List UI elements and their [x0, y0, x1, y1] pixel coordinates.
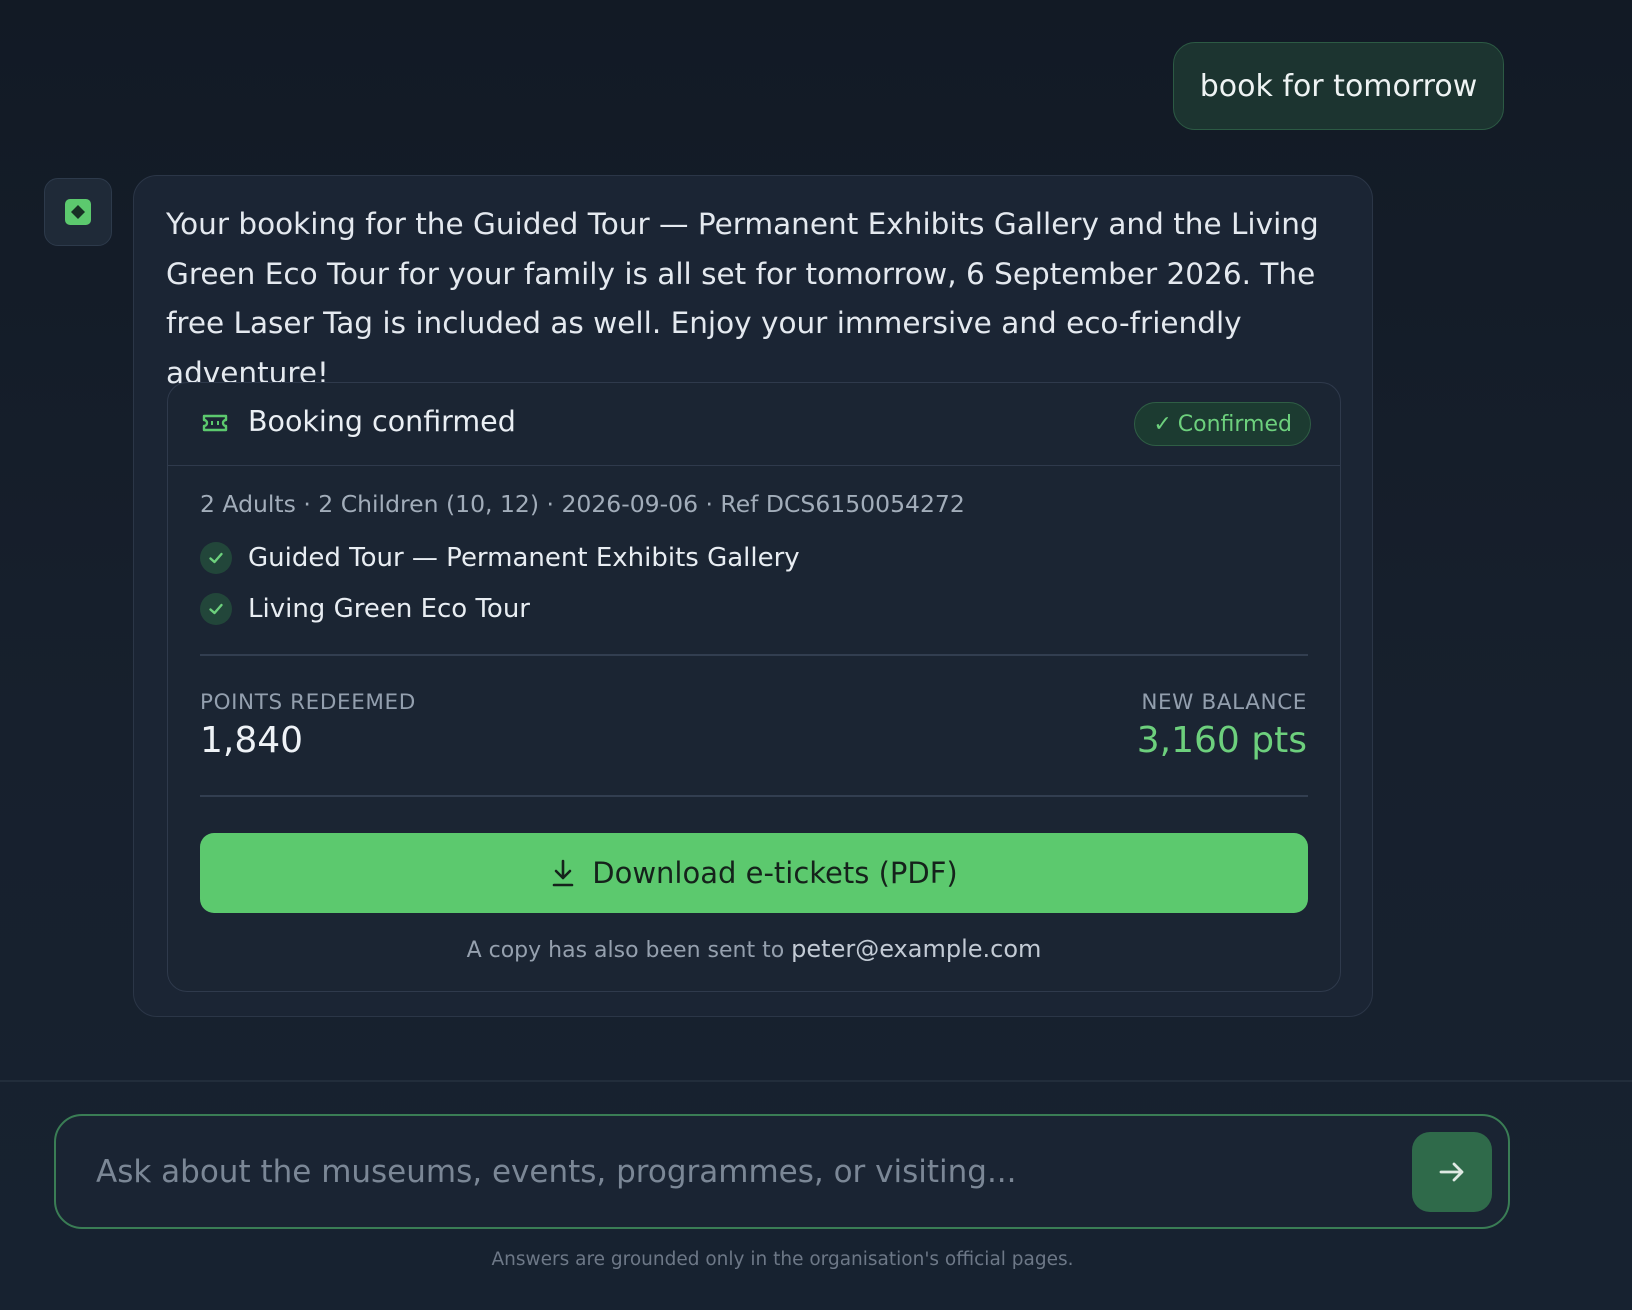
ticket-icon: [202, 414, 228, 432]
send-button[interactable]: [1412, 1132, 1492, 1212]
assistant-message: Your booking for the Guided Tour — Perma…: [133, 175, 1373, 1017]
status-badge-label: Confirmed: [1177, 411, 1292, 437]
booking-meta: 2 Adults · 2 Children (10, 12) · 2026-09…: [200, 490, 965, 518]
assistant-avatar: [44, 178, 112, 246]
booking-card-header: Booking confirmed ✓ Confirmed: [168, 383, 1340, 466]
check-icon: ✓: [1153, 411, 1172, 437]
grounding-footnote: Answers are grounded only in the organis…: [491, 1249, 1074, 1270]
email-address: peter@example.com: [791, 935, 1042, 963]
new-balance-value: 3,160 pts: [1136, 720, 1307, 761]
composer: [54, 1114, 1510, 1229]
booking-item: Guided Tour — Permanent Exhibits Gallery: [200, 542, 800, 574]
message-input[interactable]: [96, 1144, 1346, 1200]
divider: [200, 795, 1308, 797]
copy-note-text: A copy has also been sent to: [466, 938, 785, 963]
arrow-right-icon: [1439, 1162, 1464, 1182]
divider: [200, 654, 1308, 656]
booking-item: Living Green Eco Tour: [200, 593, 530, 625]
download-icon: [552, 859, 574, 887]
assistant-logo-icon: [65, 199, 91, 225]
check-circle-icon: [200, 593, 232, 625]
assistant-message-text: Your booking for the Guided Tour — Perma…: [166, 207, 1319, 390]
booking-card: Booking confirmed ✓ Confirmed 2 Adults ·…: [167, 382, 1341, 992]
points-redeemed-value: 1,840: [200, 720, 304, 761]
user-message-bubble: book for tomorrow: [1173, 42, 1504, 130]
check-circle-icon: [200, 542, 232, 574]
download-button-label: Download e-tickets (PDF): [592, 856, 958, 890]
points-redeemed-label: POINTS REDEEMED: [200, 690, 416, 715]
chat-page: book for tomorrow Your booking for the G…: [0, 0, 1632, 1310]
download-etickets-button[interactable]: Download e-tickets (PDF): [200, 833, 1308, 913]
booking-item-label: Living Green Eco Tour: [248, 594, 531, 624]
booking-title: Booking confirmed: [248, 405, 516, 438]
copy-note: A copy has also been sent to peter@examp…: [168, 935, 1340, 963]
status-badge: ✓ Confirmed: [1134, 402, 1311, 446]
new-balance-label: NEW BALANCE: [1141, 690, 1307, 715]
booking-item-label: Guided Tour — Permanent Exhibits Gallery: [248, 543, 800, 573]
composer-divider: [0, 1080, 1632, 1082]
user-message-text: book for tomorrow: [1199, 68, 1478, 104]
